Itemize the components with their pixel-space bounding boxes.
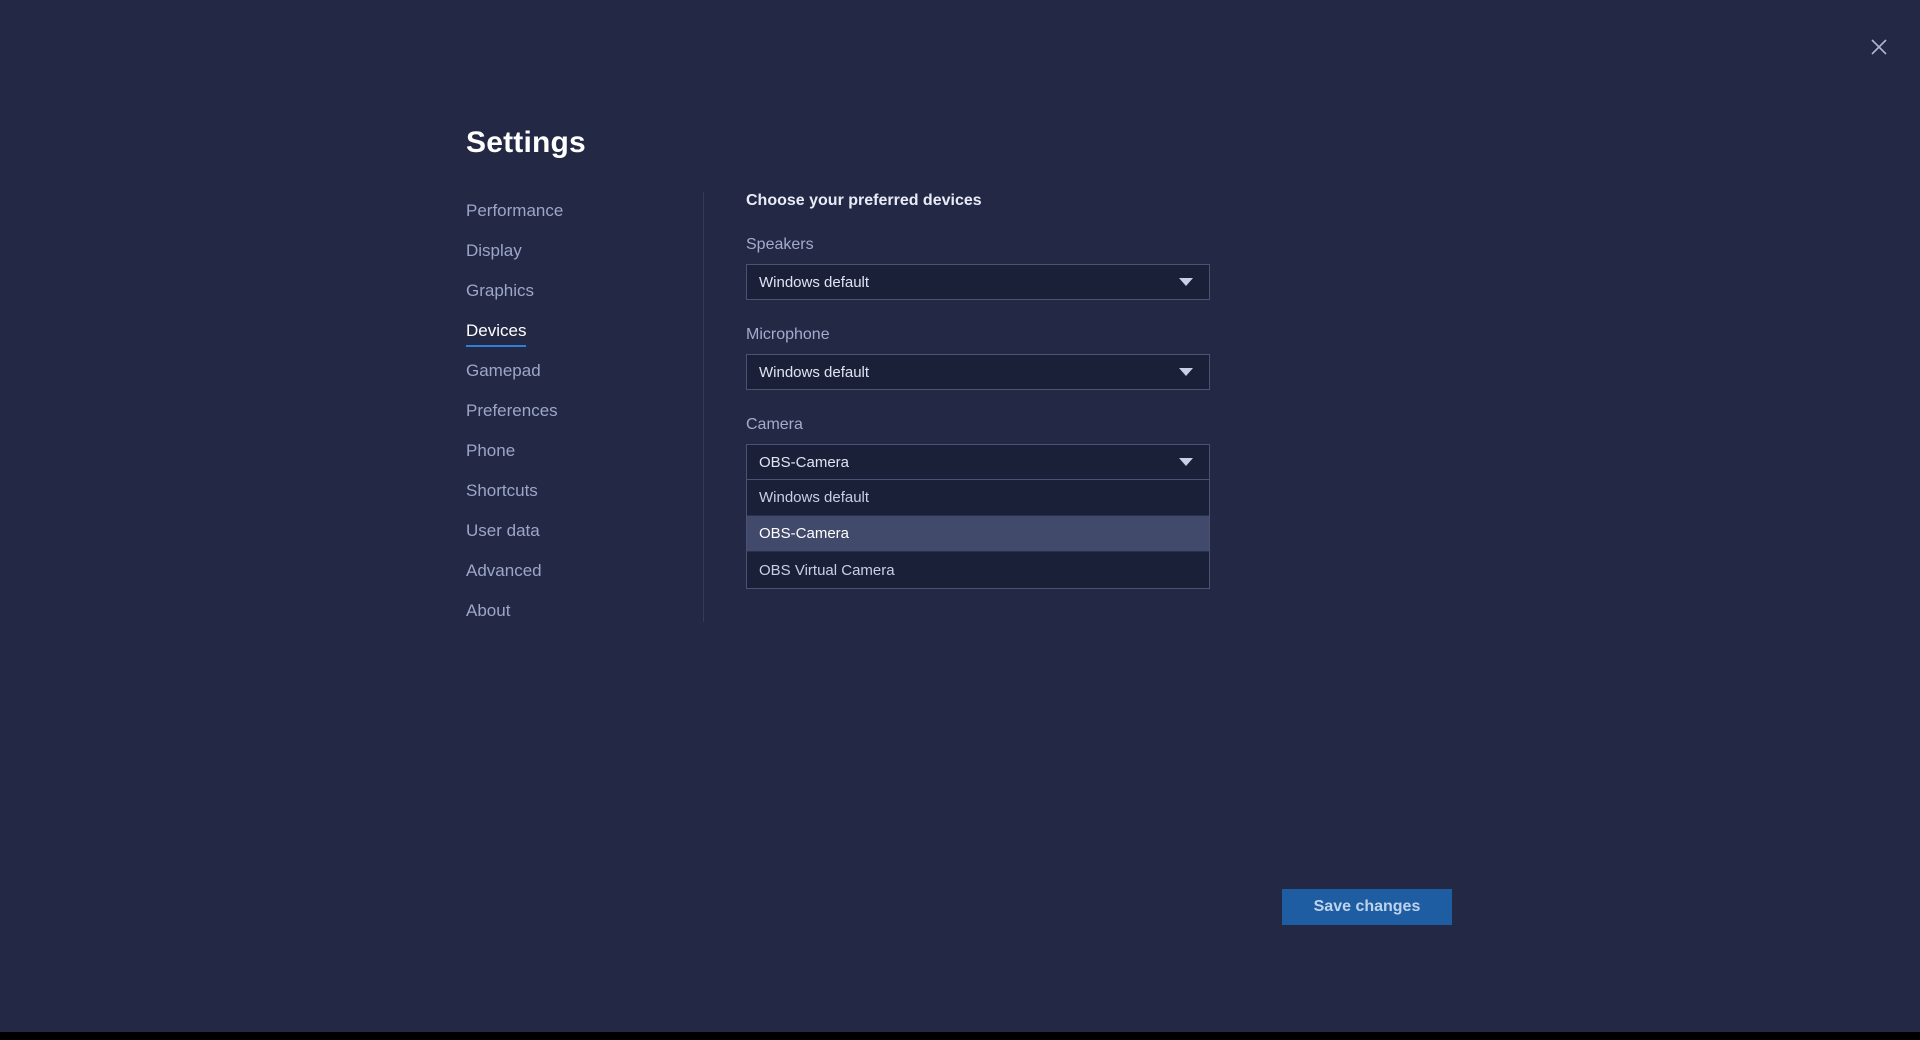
camera-label: Camera (746, 416, 803, 433)
chevron-down-icon (1179, 278, 1193, 286)
speakers-field: Speakers Windows default (746, 236, 1216, 300)
sidebar-item-devices[interactable]: Devices (466, 320, 686, 360)
sidebar-item-label: Preferences (466, 401, 558, 420)
sidebar-item-graphics[interactable]: Graphics (466, 280, 686, 320)
settings-sidebar: Performance Display Graphics Devices Gam… (466, 200, 686, 640)
close-icon[interactable] (1862, 30, 1896, 64)
devices-panel: Choose your preferred devices Speakers W… (746, 192, 1216, 615)
sidebar-item-label: Gamepad (466, 361, 541, 380)
page-title: Settings (466, 126, 586, 159)
camera-dropdown-list: Windows default OBS-Camera OBS Virtual C… (746, 480, 1210, 589)
sidebar-item-shortcuts[interactable]: Shortcuts (466, 480, 686, 520)
sidebar-item-label: User data (466, 521, 540, 540)
sidebar-item-label: Performance (466, 201, 564, 220)
camera-select[interactable]: OBS-Camera (746, 444, 1210, 480)
sidebar-item-label: Shortcuts (466, 481, 538, 500)
sidebar-item-user-data[interactable]: User data (466, 520, 686, 560)
sidebar-item-about[interactable]: About (466, 600, 686, 640)
sidebar-item-label: Phone (466, 441, 516, 460)
camera-field: Camera OBS-Camera Windows default OBS-Ca… (746, 416, 1216, 589)
settings-window: Settings Performance Display Graphics De… (0, 0, 1920, 1032)
sidebar-item-preferences[interactable]: Preferences (466, 400, 686, 440)
microphone-label: Microphone (746, 326, 830, 343)
microphone-select-value: Windows default (759, 363, 870, 381)
save-changes-button[interactable]: Save changes (1282, 889, 1452, 925)
sidebar-item-label-active: Devices (466, 320, 527, 347)
sidebar-item-phone[interactable]: Phone (466, 440, 686, 480)
camera-option-obs-camera[interactable]: OBS-Camera (747, 516, 1209, 552)
camera-select-value: OBS-Camera (759, 453, 850, 471)
camera-option-obs-virtual-camera[interactable]: OBS Virtual Camera (747, 552, 1209, 588)
panel-heading: Choose your preferred devices (746, 192, 982, 209)
speakers-select-value: Windows default (759, 273, 870, 291)
sidebar-item-label: Advanced (466, 561, 542, 580)
chevron-down-icon (1179, 458, 1193, 466)
sidebar-item-gamepad[interactable]: Gamepad (466, 360, 686, 400)
sidebar-item-advanced[interactable]: Advanced (466, 560, 686, 600)
sidebar-divider (703, 192, 704, 622)
speakers-label: Speakers (746, 236, 814, 253)
microphone-select[interactable]: Windows default (746, 354, 1210, 390)
sidebar-item-display[interactable]: Display (466, 240, 686, 280)
sidebar-item-label: Graphics (466, 281, 535, 300)
camera-option-windows-default[interactable]: Windows default (747, 480, 1209, 516)
speakers-select[interactable]: Windows default (746, 264, 1210, 300)
chevron-down-icon (1179, 368, 1193, 376)
microphone-field: Microphone Windows default (746, 326, 1216, 390)
sidebar-item-label: About (466, 601, 511, 620)
sidebar-item-performance[interactable]: Performance (466, 200, 686, 240)
sidebar-item-label: Display (466, 241, 522, 260)
